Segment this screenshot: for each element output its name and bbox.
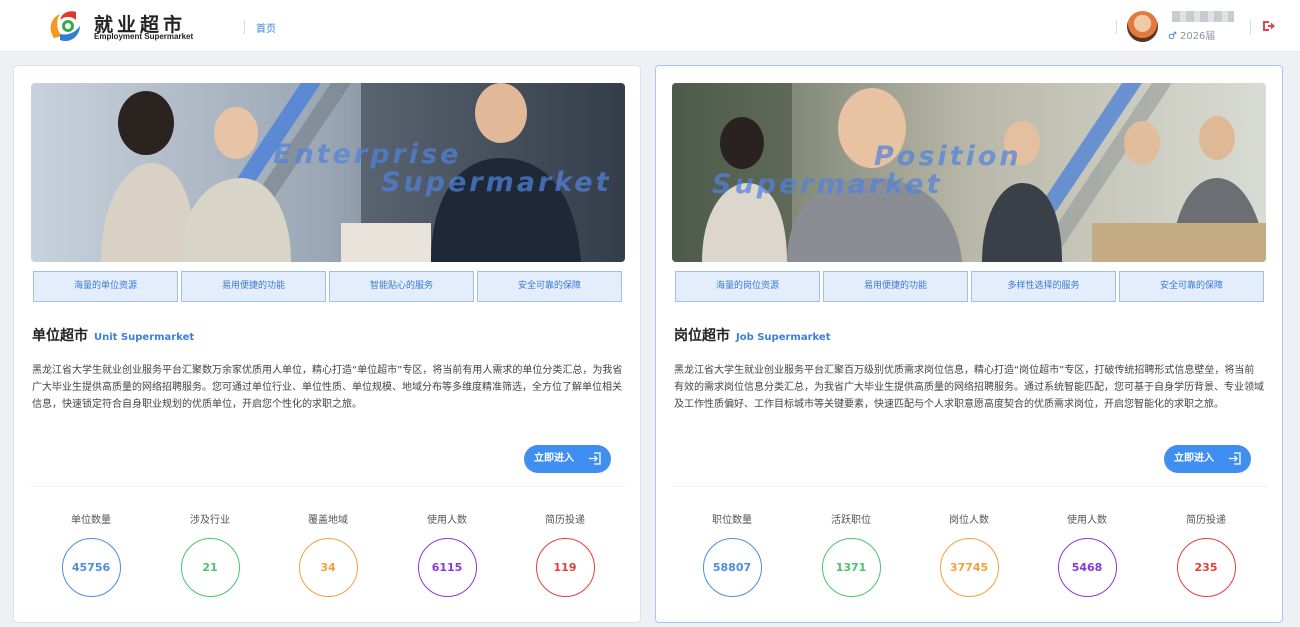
header-divider <box>1116 20 1117 34</box>
section-description: 黑龙江省大学生就业创业服务平台汇聚百万级别优质需求岗位信息，精心打造“岗位超市”… <box>674 365 1264 410</box>
unit-feature-tabs: 海量的单位资源 易用便捷的功能 智能贴心的服务 安全可靠的保障 <box>33 271 623 302</box>
section-subtitle: Job Supermarket <box>736 332 831 343</box>
feature-button[interactable]: 海量的岗位资源 <box>675 271 820 302</box>
user-year-label: 2026届 <box>1179 31 1216 42</box>
stat-value: 1371 <box>821 538 881 597</box>
unit-supermarket-panel: Enterprise Supermarket 海量的单位资源 易用便捷的功能 智… <box>13 65 641 623</box>
stat-item: 单位数量 45756 <box>51 511 131 597</box>
enter-button-label: 立即进入 <box>534 453 574 464</box>
stat-label: 简历投递 <box>545 515 585 526</box>
stat-value: 6115 <box>417 538 477 597</box>
enter-button-label: 立即进入 <box>1174 453 1214 464</box>
feature-button[interactable]: 安全可靠的保障 <box>1119 271 1264 302</box>
stat-label: 简历投递 <box>1186 515 1226 526</box>
section-title-text: 岗位超市 <box>674 328 730 344</box>
job-banner-image: Position Supermarket <box>672 83 1266 262</box>
stat-item: 使用人数 5468 <box>1047 511 1127 597</box>
male-icon: ♂ <box>1168 31 1177 42</box>
feature-button[interactable]: 多样性选择的服务 <box>971 271 1116 302</box>
stat-value: 37745 <box>939 538 999 597</box>
stat-label: 覆盖地域 <box>308 515 348 526</box>
top-header: 就业超市 Employment Supermarket 首页 ♂ 2026届 <box>0 0 1300 52</box>
stat-item: 简历投递 235 <box>1166 511 1246 597</box>
stat-value: 58807 <box>702 538 762 597</box>
logout-icon[interactable] <box>1262 19 1276 33</box>
site-logo[interactable]: 就业超市 Employment Supermarket <box>46 8 206 44</box>
feature-button[interactable]: 安全可靠的保障 <box>477 271 622 302</box>
header-divider <box>1250 20 1251 34</box>
section-subtitle: Unit Supermarket <box>94 332 195 343</box>
feature-button[interactable]: 易用便捷的功能 <box>823 271 968 302</box>
stat-value: 5468 <box>1057 538 1117 597</box>
enter-icon <box>589 452 601 465</box>
stat-label: 职位数量 <box>712 515 752 526</box>
stat-label: 岗位人数 <box>949 515 989 526</box>
stat-value: 45756 <box>61 538 121 597</box>
stat-label: 使用人数 <box>1067 515 1107 526</box>
stat-item: 简历投递 119 <box>525 511 605 597</box>
stat-value: 235 <box>1176 538 1236 597</box>
stat-value: 21 <box>180 538 240 597</box>
stat-item: 涉及行业 21 <box>170 511 250 597</box>
enter-job-button[interactable]: 立即进入 <box>1164 445 1251 473</box>
banner-text-enterprise: Enterprise <box>273 139 462 170</box>
stat-item: 使用人数 6115 <box>407 511 487 597</box>
logo-mark-icon <box>50 11 80 42</box>
feature-button[interactable]: 海量的单位资源 <box>33 271 178 302</box>
banner-text-position: Position <box>874 141 1022 172</box>
stat-item: 职位数量 58807 <box>692 511 772 597</box>
section-title-text: 单位超市 <box>32 328 88 344</box>
feature-button[interactable]: 智能贴心的服务 <box>329 271 474 302</box>
enter-icon <box>1229 452 1241 465</box>
job-supermarket-panel: Position Supermarket 海量的岗位资源 易用便捷的功能 多样性… <box>655 65 1283 623</box>
stat-label: 涉及行业 <box>190 515 230 526</box>
banner-text-supermarket: Supermarket <box>381 167 612 198</box>
unit-banner-image: Enterprise Supermarket <box>31 83 625 262</box>
banner-text-supermarket: Supermarket <box>712 169 943 200</box>
section-title: 单位超市 Unit Supermarket <box>32 325 194 345</box>
logo-subtitle: Employment Supermarket <box>94 32 194 41</box>
stat-label: 单位数量 <box>71 515 111 526</box>
feature-button[interactable]: 易用便捷的功能 <box>181 271 326 302</box>
job-feature-tabs: 海量的岗位资源 易用便捷的功能 多样性选择的服务 安全可靠的保障 <box>675 271 1265 302</box>
section-title: 岗位超市 Job Supermarket <box>674 325 830 345</box>
user-year: ♂ 2026届 <box>1168 27 1215 42</box>
user-name-redacted <box>1172 11 1234 22</box>
stat-label: 活跃职位 <box>831 515 871 526</box>
stat-item: 岗位人数 37745 <box>929 511 1009 597</box>
header-divider <box>244 20 245 34</box>
stat-item: 覆盖地域 34 <box>288 511 368 597</box>
nav-home-link[interactable]: 首页 <box>256 20 276 35</box>
section-divider <box>673 486 1267 487</box>
stat-value: 119 <box>535 538 595 597</box>
stat-label: 使用人数 <box>427 515 467 526</box>
section-description: 黑龙江省大学生就业创业服务平台汇聚数万余家优质用人单位，精心打造“单位超市”专区… <box>32 365 623 410</box>
section-divider <box>31 486 625 487</box>
avatar[interactable] <box>1127 11 1158 42</box>
enter-unit-button[interactable]: 立即进入 <box>524 445 611 473</box>
stat-value: 34 <box>298 538 358 597</box>
stat-item: 活跃职位 1371 <box>811 511 891 597</box>
